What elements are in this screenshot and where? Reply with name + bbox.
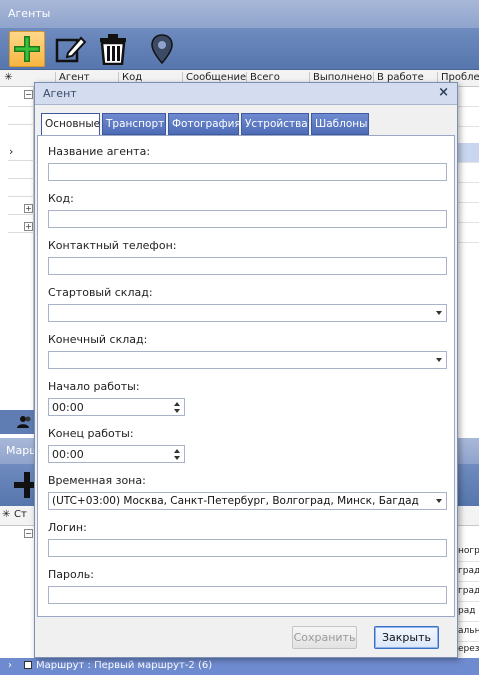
table-row[interactable] <box>458 183 479 203</box>
table-row[interactable]: ногр <box>458 542 479 562</box>
table-row[interactable]: альн <box>458 622 479 642</box>
asterisk-icon: ✳ <box>2 509 11 520</box>
show-on-map-button[interactable] <box>144 31 180 67</box>
table-row[interactable]: рад <box>458 602 479 622</box>
code-input[interactable] <box>48 210 447 228</box>
users-icon <box>17 416 31 428</box>
chevron-down-icon[interactable] <box>436 358 442 362</box>
expand-icon[interactable]: + <box>24 204 33 213</box>
end-warehouse-label: Конечный склад: <box>48 333 148 346</box>
code-label: Код: <box>48 192 74 205</box>
chevron-down-icon[interactable] <box>436 311 442 315</box>
timezone-value: (UTC+03:00) Москва, Санкт-Петербург, Вол… <box>52 495 419 507</box>
route-group-label: Маршрут : Первый маршрут-2 (6) <box>36 660 213 671</box>
tab-transport[interactable]: Транспорт <box>102 113 166 135</box>
close-icon[interactable]: × <box>438 85 449 100</box>
login-input[interactable] <box>48 539 447 557</box>
table-row[interactable] <box>458 223 479 243</box>
window-title: Агенты <box>0 0 479 28</box>
start-time-spinner[interactable]: 00:00 <box>48 398 185 416</box>
start-time-value: 00:00 <box>52 401 84 414</box>
collapse-icon[interactable] <box>24 661 32 669</box>
table-row[interactable] <box>458 163 479 183</box>
dialog-title-bar[interactable]: Агент <box>35 83 457 105</box>
main-toolbar <box>0 28 479 70</box>
timezone-select[interactable]: (UTC+03:00) Москва, Санкт-Петербург, Вол… <box>48 492 447 510</box>
close-button[interactable]: Закрыть <box>374 626 439 649</box>
current-row-arrow-icon: › <box>9 145 14 158</box>
end-time-spinner[interactable]: 00:00 <box>48 445 185 463</box>
add-agent-button[interactable] <box>9 31 45 67</box>
tab-main[interactable]: Основные <box>41 113 100 136</box>
edit-icon <box>55 36 86 63</box>
chevron-right-icon[interactable]: › <box>8 660 18 671</box>
table-row-selected[interactable] <box>458 143 479 163</box>
chevron-down-icon[interactable] <box>436 499 442 503</box>
expand-icon[interactable]: + <box>24 222 33 231</box>
password-input[interactable] <box>48 586 447 604</box>
table-row[interactable] <box>458 107 479 127</box>
save-button[interactable]: Сохранить <box>292 626 357 649</box>
asterisk-icon: ✳ <box>4 72 13 83</box>
tab-devices[interactable]: Устройства <box>241 113 309 135</box>
tab-templates[interactable]: Шаблоны <box>311 113 369 135</box>
spin-down-icon[interactable] <box>174 409 180 413</box>
spin-up-icon[interactable] <box>174 449 180 453</box>
login-label: Логин: <box>48 521 87 534</box>
tab-photo[interactable]: Фотография <box>168 113 241 135</box>
end-warehouse-select[interactable] <box>48 351 447 369</box>
grid-row-gutter <box>0 87 34 430</box>
row-divider <box>8 232 34 233</box>
row-divider <box>8 196 34 197</box>
end-time-value: 00:00 <box>52 448 84 461</box>
agent-name-input[interactable] <box>48 163 447 181</box>
collapse-icon[interactable]: − <box>24 90 33 99</box>
start-warehouse-label: Стартовый склад: <box>48 286 153 299</box>
row-divider <box>8 160 34 161</box>
row-divider <box>8 214 34 215</box>
table-row[interactable]: град <box>458 562 479 582</box>
row-divider <box>8 178 34 179</box>
main-tab-panel: Название агента: Код: Контактный телефон… <box>37 135 455 617</box>
add-icon <box>14 36 40 62</box>
collapse-icon[interactable]: − <box>24 529 33 538</box>
dialog-title: Агент <box>43 87 77 100</box>
delete-icon <box>100 34 126 65</box>
start-time-label: Начало работы: <box>48 380 140 393</box>
table-row[interactable]: град <box>458 582 479 602</box>
end-time-label: Конец работы: <box>48 427 134 440</box>
spin-up-icon[interactable] <box>174 402 180 406</box>
table-row[interactable] <box>458 87 479 107</box>
row-divider <box>8 106 34 107</box>
password-label: Пароль: <box>48 568 94 581</box>
agents-footer-bar <box>0 410 34 434</box>
location-pin-icon <box>151 34 173 65</box>
edit-agent-button[interactable] <box>52 31 88 67</box>
row-divider <box>8 124 34 125</box>
table-row[interactable]: ерез <box>458 640 479 660</box>
route-group-row[interactable]: › Маршрут : Первый маршрут-2 (6) <box>0 658 479 675</box>
delete-agent-button[interactable] <box>95 31 131 67</box>
spin-down-icon[interactable] <box>174 456 180 460</box>
phone-label: Контактный телефон: <box>48 239 177 252</box>
phone-input[interactable] <box>48 257 447 275</box>
table-row[interactable] <box>458 203 479 223</box>
column-header[interactable]: Ст <box>14 509 27 520</box>
agent-dialog: Агент × Основные Транспорт Фотография Ус… <box>34 82 458 658</box>
timezone-label: Временная зона: <box>48 474 146 487</box>
start-warehouse-select[interactable] <box>48 304 447 322</box>
agent-name-label: Название агента: <box>48 145 151 158</box>
